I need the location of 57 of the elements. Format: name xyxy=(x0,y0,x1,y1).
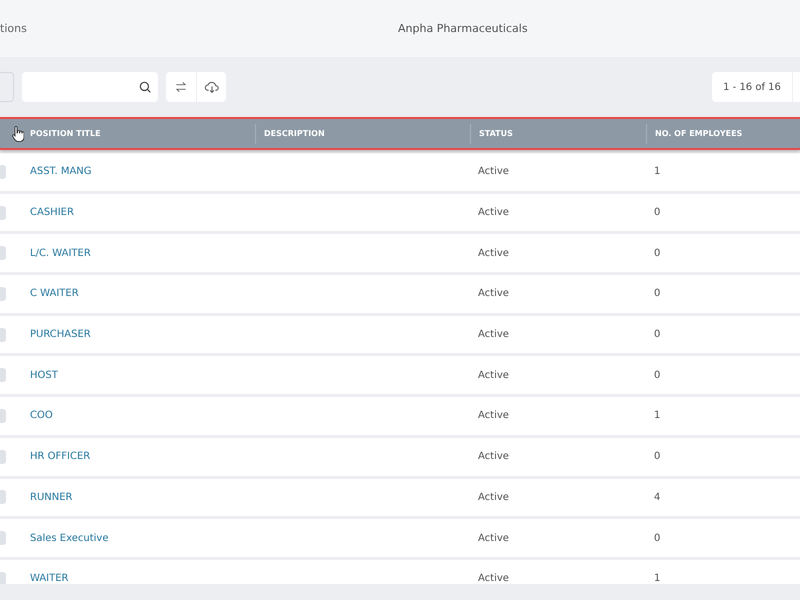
employee-count-cell-text: 1 xyxy=(653,410,662,422)
row-checkbox[interactable] xyxy=(0,286,6,301)
position-link[interactable]: COO xyxy=(22,410,255,422)
status-cell-text: Active xyxy=(477,532,510,544)
row-checkbox[interactable] xyxy=(0,450,6,464)
position-link[interactable]: ASST. MANG xyxy=(22,166,255,178)
status-cell-text: Active xyxy=(477,288,510,300)
employee-count-cell-text: 0 xyxy=(653,451,662,462)
position-link[interactable]: CASHIER xyxy=(22,207,255,218)
status-cell-text: Active xyxy=(477,329,510,340)
status-cell-text: Active xyxy=(477,451,510,462)
position-link[interactable]: RUNNER xyxy=(22,492,255,503)
employee-count-cell-text: 4 xyxy=(653,492,662,503)
row-checkbox[interactable] xyxy=(0,490,6,504)
search-field[interactable] xyxy=(22,72,158,102)
cloud-download-icon xyxy=(204,80,220,94)
status-cell-text: Active xyxy=(477,248,510,259)
row-checkbox[interactable] xyxy=(0,164,6,179)
pagination-range: 1 - 16 of 16 xyxy=(712,72,792,102)
position-link[interactable]: HOST xyxy=(22,370,255,381)
toolbar-button[interactable] xyxy=(0,72,14,102)
position-link[interactable]: PURCHASER xyxy=(22,329,255,340)
status-cell-text: Active xyxy=(477,492,510,503)
employee-count-cell-text: 0 xyxy=(653,532,662,544)
row-checkbox[interactable] xyxy=(0,531,6,546)
column-header[interactable]: STATUS xyxy=(470,124,646,144)
search-icon xyxy=(138,80,152,94)
column-header[interactable]: NO. OF EMPLOYEES xyxy=(646,124,800,144)
hand-cursor-icon xyxy=(12,126,24,142)
column-header[interactable]: DESCRIPTION xyxy=(255,124,470,144)
status-cell-text: Active xyxy=(477,207,510,218)
employee-count-cell-text: 0 xyxy=(653,248,662,259)
row-checkbox[interactable] xyxy=(0,368,6,382)
row-checkbox[interactable] xyxy=(0,572,6,584)
company-name: Anpha Pharmaceuticals xyxy=(398,22,528,35)
swap-arrows-icon xyxy=(174,80,188,94)
position-link[interactable]: L/C. WAITER xyxy=(22,248,255,259)
row-checkbox[interactable] xyxy=(0,246,6,260)
employee-count-cell-text: 0 xyxy=(653,288,662,300)
employee-count-cell-text: 0 xyxy=(653,370,662,381)
status-cell-text: Active xyxy=(477,166,510,178)
row-checkbox[interactable] xyxy=(0,206,6,220)
employee-count-cell-text: 1 xyxy=(653,573,662,584)
status-cell-text: Active xyxy=(477,370,510,381)
position-link[interactable]: HR OFFICER xyxy=(22,451,255,462)
status-cell-text: Active xyxy=(477,573,510,584)
row-checkbox[interactable] xyxy=(0,328,6,342)
position-link[interactable]: WAITER xyxy=(22,573,255,584)
column-header[interactable]: POSITION TITLE xyxy=(22,124,255,144)
row-checkbox[interactable] xyxy=(0,408,6,423)
employee-count-cell-text: 0 xyxy=(653,207,662,218)
status-cell-text: Active xyxy=(477,410,510,422)
breadcrumb: tions xyxy=(0,22,27,35)
position-link[interactable]: C WAITER xyxy=(22,288,255,300)
employee-count-cell-text: 1 xyxy=(653,166,662,178)
position-link[interactable]: Sales Executive xyxy=(22,532,255,544)
employee-count-cell-text: 0 xyxy=(653,329,662,340)
